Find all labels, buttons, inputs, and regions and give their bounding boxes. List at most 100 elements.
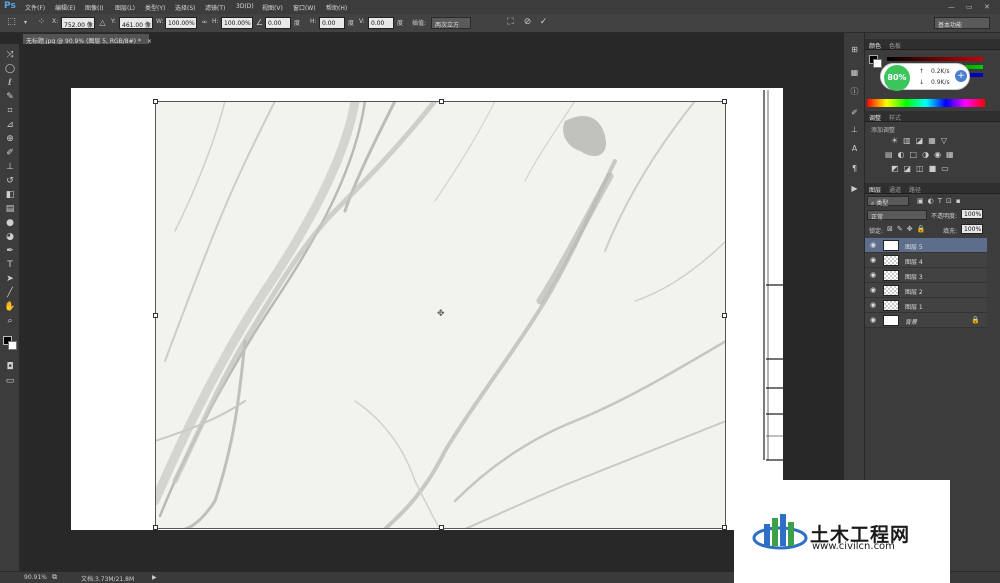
hand-tool-icon[interactable]: ✋ (3, 301, 17, 314)
blend-mode-select[interactable]: 正常 (867, 210, 927, 221)
layer-row[interactable]: ◉ 图层 2 (865, 283, 987, 298)
status-menu-arrow-icon[interactable]: ▶ (152, 574, 157, 581)
commit-transform-icon[interactable]: ✓ (538, 17, 549, 28)
screen-mode-icon[interactable]: ▭ (3, 375, 17, 388)
link-icon[interactable]: ∞ (199, 17, 210, 28)
layer-filter-select[interactable]: ⌕ 类型 (867, 196, 909, 207)
tab-paths[interactable]: 路径 (909, 185, 921, 194)
background-color-swatch[interactable] (8, 341, 17, 350)
adjustment-icons-row-3[interactable]: ◩◪◫■▭ (891, 164, 954, 173)
actions-panel-icon[interactable]: ▶ (848, 183, 861, 195)
tab-channels[interactable]: 通道 (889, 185, 901, 194)
warp-icon[interactable]: ⛶ (505, 17, 516, 28)
menu-image[interactable]: 图像(I) (85, 3, 103, 12)
transform-handle[interactable] (439, 99, 444, 104)
move-tool-preset-icon[interactable]: ⬚ (6, 17, 17, 28)
minimize-icon[interactable]: — (948, 3, 955, 11)
layer-row[interactable]: ◉ 图层 3 (865, 268, 987, 283)
x-field[interactable]: 752.00 像 (61, 17, 95, 29)
eyedropper-tool-icon[interactable]: ⊿ (3, 119, 17, 132)
dodge-tool-icon[interactable]: ◕ (3, 231, 17, 244)
transform-center-icon[interactable]: ✥ (437, 309, 445, 319)
color-slider-r[interactable] (887, 57, 983, 61)
chevron-down-icon[interactable]: ▾ (20, 17, 31, 28)
visibility-eye-icon[interactable]: ◉ (870, 286, 876, 294)
document-tab[interactable]: 无标题.jpg @ 90.9% (图层 5, RGB/8#) * × (22, 33, 152, 45)
crop-tool-icon[interactable]: ⌗ (3, 105, 17, 118)
cancel-transform-icon[interactable]: ⊘ (522, 17, 533, 28)
layer-row[interactable]: ◉ 图层 1 (865, 298, 987, 313)
layer-row[interactable]: ◉ 背景 🔒 (865, 313, 987, 328)
color-background-swatch[interactable] (873, 59, 882, 68)
quick-mask-icon[interactable]: ◘ (3, 361, 17, 374)
transform-handle[interactable] (722, 99, 727, 104)
adjustment-icons-row-2[interactable]: ▤◐□◑◉▦ (885, 150, 959, 159)
history-brush-icon[interactable]: ↺ (3, 175, 17, 188)
pen-tool-icon[interactable]: ✒ (3, 245, 17, 258)
menu-layer[interactable]: 图层(L) (115, 3, 135, 12)
close-icon[interactable]: ✕ (984, 3, 990, 11)
layer-row[interactable]: ◉ 图层 5 (865, 238, 987, 253)
paragraph-panel-icon[interactable]: ¶ (848, 163, 861, 175)
menu-select[interactable]: 选择(S) (175, 3, 196, 12)
zoom-level[interactable]: 90.91% (24, 574, 47, 581)
workspace-select[interactable]: 基本功能 (934, 17, 990, 29)
menu-edit[interactable]: 编辑(E) (55, 3, 75, 12)
brush-panel-icon[interactable]: ✐ (848, 107, 861, 119)
menu-window[interactable]: 窗口(W) (293, 3, 316, 12)
opacity-field[interactable]: 100% (961, 209, 983, 219)
tab-layers[interactable]: 图层 (869, 185, 881, 194)
visibility-eye-icon[interactable]: ◉ (870, 241, 876, 249)
gradient-tool-icon[interactable]: ▤ (3, 203, 17, 216)
transform-handle[interactable] (153, 525, 158, 530)
transform-handle[interactable] (439, 525, 444, 530)
vskew-field[interactable]: 0.00 (368, 17, 394, 29)
eraser-tool-icon[interactable]: ◧ (3, 189, 17, 202)
history-panel-icon[interactable]: ⊞ (848, 44, 861, 56)
interpolation-select[interactable]: 两次立方 (431, 17, 471, 29)
reference-point-icon[interactable]: ⁘ (36, 17, 47, 28)
transform-handle[interactable] (153, 313, 158, 318)
transform-handle[interactable] (722, 313, 727, 318)
quick-select-tool-icon[interactable]: ✎ (3, 91, 17, 104)
layer-filter-icons[interactable]: ▣◐T⊡▪ (917, 197, 965, 205)
info-panel-icon[interactable]: ⓘ (848, 86, 861, 98)
transform-handle[interactable] (722, 525, 727, 530)
stamp-tool-icon[interactable]: ⊥ (3, 161, 17, 174)
layer-row[interactable]: ◉ 图层 4 (865, 253, 987, 268)
properties-panel-icon[interactable]: ▦ (848, 67, 861, 79)
delta-icon[interactable]: △ (97, 17, 108, 28)
move-tool-icon[interactable]: ⤨ (3, 49, 17, 62)
visibility-eye-icon[interactable]: ◉ (870, 271, 876, 279)
menu-help[interactable]: 帮助(H) (326, 3, 347, 12)
menu-file[interactable]: 文件(F) (25, 3, 45, 12)
blur-tool-icon[interactable]: ● (3, 217, 17, 230)
tab-styles[interactable]: 样式 (889, 113, 901, 122)
type-tool-icon[interactable]: T (3, 259, 17, 272)
tab-color[interactable]: 颜色 (869, 41, 881, 50)
visibility-eye-icon[interactable]: ◉ (870, 316, 876, 324)
brush-tool-icon[interactable]: ✐ (3, 147, 17, 160)
clone-source-icon[interactable]: ⊥ (848, 124, 861, 136)
zoom-tool-icon[interactable]: ⌕ (3, 315, 17, 328)
angle-field[interactable]: 0.00 (265, 17, 291, 29)
character-panel-icon[interactable]: A (848, 143, 861, 155)
y-field[interactable]: 461.00 像 (119, 17, 153, 29)
hskew-field[interactable]: 0.00 (319, 17, 345, 29)
menu-3d[interactable]: 3D(D) (236, 3, 254, 10)
width-field[interactable]: 100.00% (165, 17, 197, 29)
healing-tool-icon[interactable]: ⊕ (3, 133, 17, 146)
lock-icons[interactable]: ⊠✎✥🔒 (887, 225, 929, 233)
status-export-icon[interactable]: ⧉ (52, 573, 57, 582)
menu-type[interactable]: 类型(Y) (145, 3, 165, 12)
network-speed-widget[interactable]: 80% ↑ 0.2K/s ↓ 0.9K/s + (880, 63, 970, 91)
shape-tool-icon[interactable]: ╱ (3, 287, 17, 300)
path-select-tool-icon[interactable]: ➤ (3, 273, 17, 286)
plus-icon[interactable]: + (955, 70, 967, 82)
menu-view[interactable]: 视图(V) (262, 3, 283, 12)
maximize-icon[interactable]: ▭ (966, 3, 973, 11)
menu-filter[interactable]: 滤镜(T) (205, 3, 225, 12)
adjustment-icons-row-1[interactable]: ☀▥◪▦▽ (891, 136, 952, 145)
visibility-eye-icon[interactable]: ◉ (870, 301, 876, 309)
tab-adjustments[interactable]: 调整 (869, 113, 881, 122)
